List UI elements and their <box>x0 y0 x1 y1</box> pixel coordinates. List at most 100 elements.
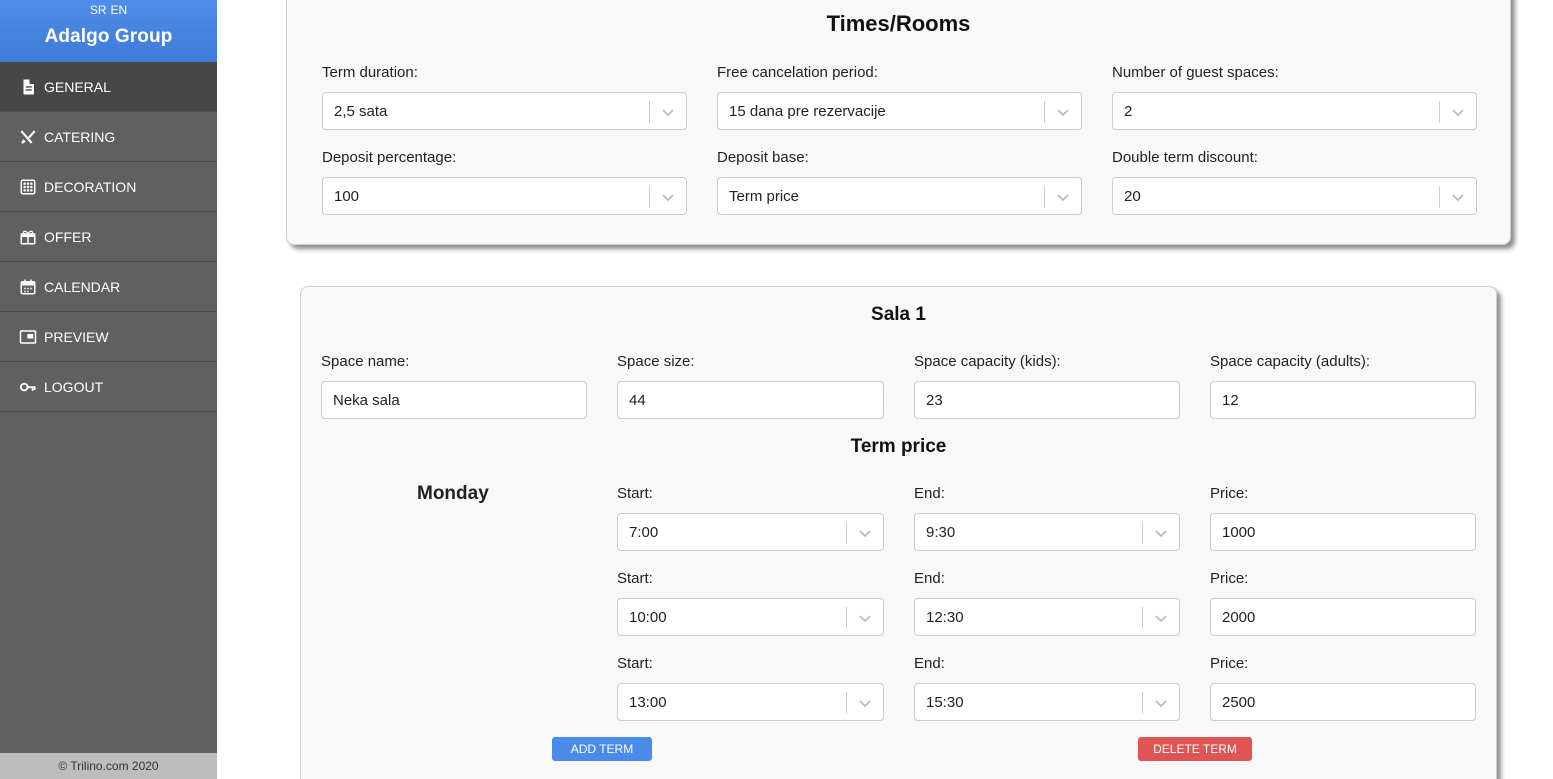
term-end-select[interactable]: 15:30 <box>914 683 1180 721</box>
capacity-kids-input[interactable]: 23 <box>914 381 1180 419</box>
sidebar-item-label: CALENDAR <box>44 278 121 295</box>
select-separator <box>1142 692 1143 714</box>
select-separator <box>649 101 650 123</box>
deposit-base-select[interactable]: Term price <box>717 177 1082 215</box>
chevron-down-icon[interactable] <box>1154 611 1168 625</box>
room-card: Sala 1 Space name: Neka sala Space size:… <box>300 286 1497 779</box>
free-cancelation-value: 15 dana pre rezervacije <box>729 102 886 120</box>
chevron-down-icon[interactable] <box>858 696 872 710</box>
sidebar-item-label: OFFER <box>44 228 92 245</box>
select-separator <box>1044 186 1045 208</box>
term-end-value: 9:30 <box>926 523 956 541</box>
space-name-input[interactable]: Neka sala <box>321 381 587 419</box>
price-label: Price: <box>1210 485 1249 502</box>
end-label: End: <box>914 655 945 672</box>
chevron-down-icon[interactable] <box>858 611 872 625</box>
capacity-kids-label: Space capacity (kids): <box>914 353 1061 370</box>
term-price-input[interactable]: 1000 <box>1210 513 1476 551</box>
select-separator <box>846 692 847 714</box>
times-rooms-card: Times/Rooms Term duration: 2,5 sata Free… <box>286 0 1511 245</box>
chevron-down-icon[interactable] <box>661 190 675 204</box>
price-label: Price: <box>1210 570 1249 587</box>
deposit-base-value: Term price <box>729 187 800 205</box>
chevron-down-icon[interactable] <box>858 526 872 540</box>
term-start-select[interactable]: 7:00 <box>617 513 884 551</box>
term-price-value: 2500 <box>1222 693 1256 711</box>
select-separator <box>846 607 847 629</box>
term-end-select[interactable]: 12:30 <box>914 598 1180 636</box>
space-name-label: Space name: <box>321 353 410 370</box>
term-start-value: 10:00 <box>629 608 667 626</box>
term-end-value: 12:30 <box>926 608 964 626</box>
sidebar-footer: © Trilino.com 2020 <box>0 753 217 779</box>
deposit-percentage-label: Deposit percentage: <box>322 149 457 166</box>
space-name-value: Neka sala <box>333 391 400 409</box>
term-price-value: 2000 <box>1222 608 1256 626</box>
capacity-adults-input[interactable]: 12 <box>1210 381 1476 419</box>
term-duration-label: Term duration: <box>322 64 418 81</box>
select-separator <box>1044 101 1045 123</box>
sidebar-item-label: CATERING <box>44 128 116 145</box>
gift-icon <box>18 227 38 247</box>
sidebar-item-logout[interactable]: LOGOUT <box>0 362 217 412</box>
term-price-input[interactable]: 2000 <box>1210 598 1476 636</box>
delete-term-button[interactable]: DELETE TERM <box>1138 737 1252 761</box>
space-size-value: 44 <box>629 391 646 409</box>
sidebar-item-label: GENERAL <box>44 78 111 95</box>
end-label: End: <box>914 485 945 502</box>
term-price-title: Term price <box>850 436 947 457</box>
deposit-percentage-value: 100 <box>334 187 360 205</box>
term-start-select[interactable]: 10:00 <box>617 598 884 636</box>
term-duration-value: 2,5 sata <box>334 102 388 120</box>
term-start-value: 7:00 <box>629 523 659 541</box>
select-separator <box>1439 186 1440 208</box>
lang-sr-link[interactable]: SR <box>90 3 107 18</box>
end-label: End: <box>914 570 945 587</box>
select-separator <box>1142 522 1143 544</box>
free-cancelation-label: Free cancelation period: <box>717 64 878 81</box>
chevron-down-icon[interactable] <box>1154 696 1168 710</box>
select-separator <box>1439 101 1440 123</box>
chevron-down-icon[interactable] <box>661 105 675 119</box>
brand-name: Adalgo Group <box>44 26 173 47</box>
sidebar-item-catering[interactable]: CATERING <box>0 112 217 162</box>
capacity-kids-value: 23 <box>926 391 943 409</box>
add-term-button[interactable]: ADD TERM <box>552 737 652 761</box>
sidebar-item-general[interactable]: GENERAL <box>0 62 217 112</box>
utensils-icon <box>18 127 38 147</box>
chevron-down-icon[interactable] <box>1056 190 1070 204</box>
sidebar-nav: GENERAL CATERING DECORATION OFFER CALEND… <box>0 62 217 412</box>
chevron-down-icon[interactable] <box>1154 526 1168 540</box>
sidebar-item-calendar[interactable]: CALENDAR <box>0 262 217 312</box>
key-icon <box>18 377 38 397</box>
space-size-input[interactable]: 44 <box>617 381 884 419</box>
term-price-input[interactable]: 2500 <box>1210 683 1476 721</box>
deposit-percentage-select[interactable]: 100 <box>322 177 687 215</box>
term-start-select[interactable]: 13:00 <box>617 683 884 721</box>
double-discount-select[interactable]: 20 <box>1112 177 1477 215</box>
chevron-down-icon[interactable] <box>1056 105 1070 119</box>
sidebar: SR EN Adalgo Group GENERAL CATERING DECO… <box>0 0 217 779</box>
preview-icon <box>18 327 38 347</box>
double-discount-value: 20 <box>1124 187 1141 205</box>
select-separator <box>1142 607 1143 629</box>
price-label: Price: <box>1210 655 1249 672</box>
guest-spaces-select[interactable]: 2 <box>1112 92 1477 130</box>
free-cancelation-select[interactable]: 15 dana pre rezervacije <box>717 92 1082 130</box>
term-end-select[interactable]: 9:30 <box>914 513 1180 551</box>
sidebar-item-decoration[interactable]: DECORATION <box>0 162 217 212</box>
sidebar-item-preview[interactable]: PREVIEW <box>0 312 217 362</box>
double-discount-label: Double term discount: <box>1112 149 1258 166</box>
term-price-value: 1000 <box>1222 523 1256 541</box>
chevron-down-icon[interactable] <box>1451 105 1465 119</box>
chevron-down-icon[interactable] <box>1451 190 1465 204</box>
start-label: Start: <box>617 655 653 672</box>
grid-icon <box>18 177 38 197</box>
term-duration-select[interactable]: 2,5 sata <box>322 92 687 130</box>
lang-en-link[interactable]: EN <box>111 3 128 18</box>
start-label: Start: <box>617 485 653 502</box>
term-start-value: 13:00 <box>629 693 667 711</box>
sidebar-item-offer[interactable]: OFFER <box>0 212 217 262</box>
guest-spaces-value: 2 <box>1124 102 1133 120</box>
select-separator <box>649 186 650 208</box>
